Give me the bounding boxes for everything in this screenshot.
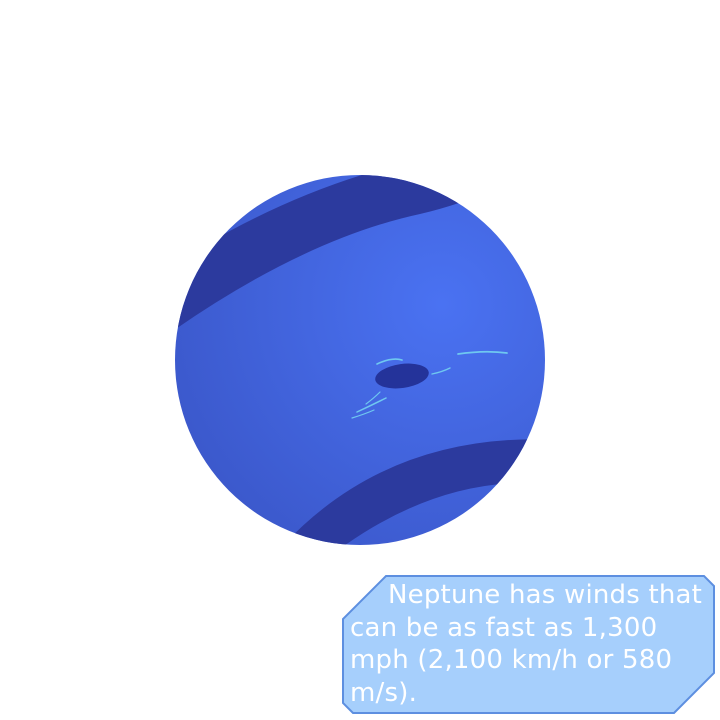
neptune-scene: Neptune has winds that can be as fast as… <box>0 0 720 720</box>
fact-text: Neptune has winds that can be as fast as… <box>350 580 703 708</box>
fact-callout: Neptune has winds that can be as fast as… <box>342 575 715 714</box>
